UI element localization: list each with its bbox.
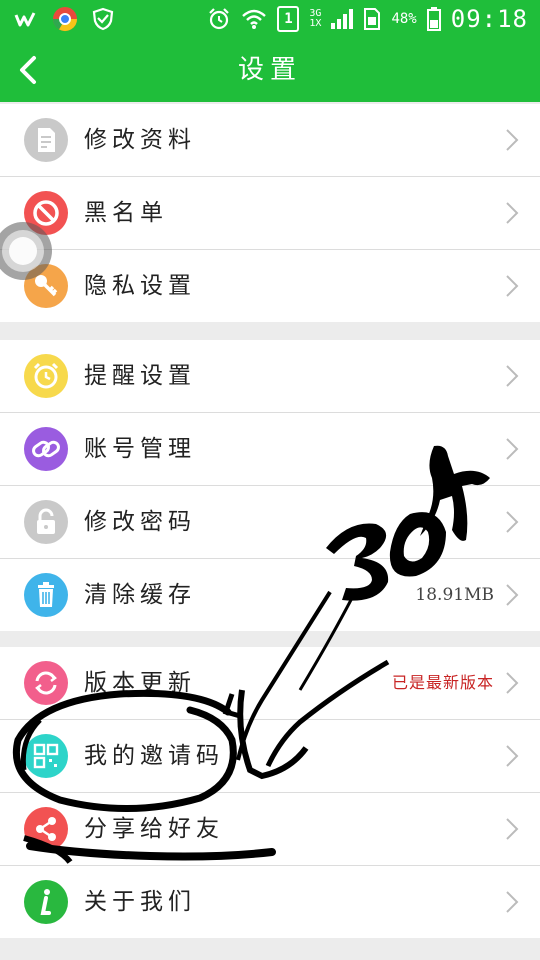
chevron-left-icon xyxy=(20,56,36,84)
row-share-with-friends[interactable]: 分享给好友 xyxy=(0,793,540,866)
version-status-value: 已是最新版本 xyxy=(391,673,494,692)
network-bottom-label: 1X xyxy=(309,18,322,29)
info-icon xyxy=(24,880,68,924)
link-icon xyxy=(24,427,68,471)
chrome-icon xyxy=(52,7,77,32)
row-change-password[interactable]: 修改密码 xyxy=(0,486,540,559)
chevron-right-icon xyxy=(506,745,519,767)
row-blacklist[interactable]: 黑名单 xyxy=(0,177,540,250)
chevron-right-icon xyxy=(506,275,519,297)
shield-icon xyxy=(92,7,114,31)
title-bar: 设置 xyxy=(0,38,540,102)
row-label: 黑名单 xyxy=(84,200,168,226)
alarm-icon xyxy=(209,8,230,30)
status-bar: 1 3G 1X 48% 09:18 xyxy=(0,0,540,38)
sim-card-icon xyxy=(364,8,381,30)
weibo-icon xyxy=(14,12,36,27)
row-label: 账号管理 xyxy=(84,436,196,462)
row-reminder-settings[interactable]: 提醒设置 xyxy=(0,340,540,413)
sim-slot-badge: 1 xyxy=(277,6,300,32)
alarm-clock-icon xyxy=(24,354,68,398)
trash-icon xyxy=(24,573,68,617)
row-label: 版本更新 xyxy=(84,670,196,696)
row-label: 分享给好友 xyxy=(84,816,224,842)
wifi-icon xyxy=(242,9,267,29)
page-title: 设置 xyxy=(237,55,302,85)
refresh-icon xyxy=(24,661,68,705)
row-version-update[interactable]: 版本更新 已是最新版本 xyxy=(0,647,540,720)
qr-code-icon xyxy=(24,734,68,778)
row-label: 我的邀请码 xyxy=(84,743,224,769)
status-left-icons xyxy=(14,6,114,32)
document-edit-icon xyxy=(24,118,68,162)
chevron-right-icon xyxy=(506,818,519,840)
row-label: 关于我们 xyxy=(84,889,196,915)
chevron-right-icon xyxy=(506,202,519,224)
chevron-right-icon xyxy=(506,438,519,460)
row-label: 提醒设置 xyxy=(84,363,196,389)
status-right-icons: 1 3G 1X 48% 09:18 xyxy=(207,5,528,33)
chevron-right-icon xyxy=(506,584,519,606)
row-clear-cache[interactable]: 清除缓存 18.91MB xyxy=(0,559,540,631)
chevron-right-icon xyxy=(506,129,519,151)
chevron-right-icon xyxy=(506,891,519,913)
back-button[interactable] xyxy=(10,48,50,92)
row-edit-profile[interactable]: 修改资料 xyxy=(0,104,540,177)
cache-size-value: 18.91MB xyxy=(415,585,494,605)
row-account-management[interactable]: 账号管理 xyxy=(0,413,540,486)
chevron-right-icon xyxy=(506,365,519,387)
row-label: 清除缓存 xyxy=(84,582,196,608)
signal-icon xyxy=(331,9,354,29)
assistive-touch-core xyxy=(9,237,37,265)
settings-group-3: 版本更新 已是最新版本 我的邀请码 分享给好友 关于我们 xyxy=(0,647,540,938)
settings-group-2: 提醒设置 账号管理 修改密码 清除缓存 18.91MB xyxy=(0,340,540,631)
row-label: 修改资料 xyxy=(84,127,196,153)
share-icon xyxy=(24,807,68,851)
row-label: 隐私设置 xyxy=(84,273,196,299)
chevron-right-icon xyxy=(506,672,519,694)
lock-icon xyxy=(24,500,68,544)
row-about-us[interactable]: 关于我们 xyxy=(0,866,540,938)
battery-icon xyxy=(426,7,441,31)
row-privacy-settings[interactable]: 隐私设置 xyxy=(0,250,540,322)
row-label: 修改密码 xyxy=(84,509,196,535)
settings-group-1: 修改资料 黑名单 隐私设置 xyxy=(0,104,540,322)
row-my-invite-code[interactable]: 我的邀请码 xyxy=(0,720,540,793)
chevron-right-icon xyxy=(506,511,519,533)
clock: 09:18 xyxy=(450,5,528,33)
network-type: 3G 1X xyxy=(309,9,321,29)
battery-percent: 48% xyxy=(391,11,417,27)
